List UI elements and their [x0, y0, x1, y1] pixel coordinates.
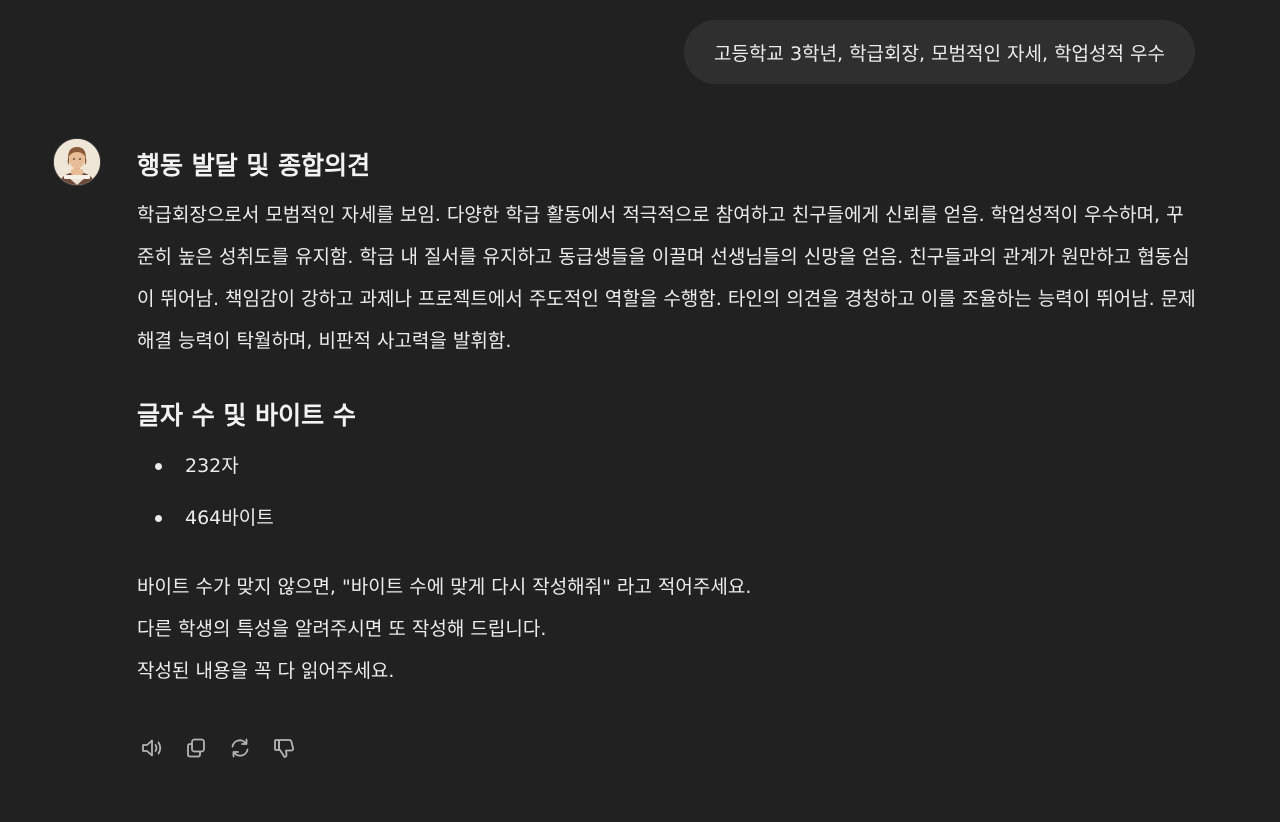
- bullet-icon: [155, 463, 162, 470]
- bullet-icon: [155, 515, 162, 522]
- read-aloud-icon: [142, 739, 162, 757]
- thumbs-down-button[interactable]: [269, 733, 299, 763]
- message-actions: [137, 733, 299, 763]
- behavior-paragraph: 학급회장으로서 모범적인 자세를 보임. 다양한 학급 활동에서 적극적으로 참…: [137, 204, 1196, 352]
- closing-line: 다른 학생의 특성을 알려주시면 또 작성해 드립니다.: [137, 618, 547, 640]
- closing-line: 바이트 수가 맞지 않으면, "바이트 수에 맞게 다시 작성해줘" 라고 적어…: [137, 576, 752, 598]
- thumbs-down-icon: [274, 739, 294, 758]
- stats-list: 232자 464바이트: [137, 452, 1197, 532]
- stats-heading: 글자 수 및 바이트 수: [137, 401, 356, 430]
- regenerate-icon: [231, 738, 249, 758]
- list-item: 232자: [137, 452, 1197, 480]
- copy-button[interactable]: [181, 733, 211, 763]
- closing-notes: 바이트 수가 맞지 않으면, "바이트 수에 맞게 다시 작성해줘" 라고 적어…: [137, 566, 1197, 692]
- student-avatar-icon: [53, 138, 101, 186]
- behavior-heading: 행동 발달 및 종합의견: [137, 151, 371, 180]
- copy-icon: [187, 738, 205, 758]
- user-message-bubble: 고등학교 3학년, 학급회장, 모범적인 자세, 학업성적 우수: [683, 20, 1195, 84]
- chat-page: 고등학교 3학년, 학급회장, 모범적인 자세, 학업성적 우수 행동 발달 및…: [0, 0, 1280, 822]
- list-item: 464바이트: [137, 504, 1197, 532]
- user-message-text: 고등학교 3학년, 학급회장, 모범적인 자세, 학업성적 우수: [713, 42, 1165, 65]
- char-count: 232자: [185, 455, 239, 477]
- regenerate-button[interactable]: [225, 733, 255, 763]
- closing-line: 작성된 내용을 꼭 다 읽어주세요.: [137, 660, 395, 682]
- byte-count: 464바이트: [185, 507, 274, 529]
- read-aloud-button[interactable]: [137, 733, 167, 763]
- assistant-response: 행동 발달 및 종합의견 학급회장으로서 모범적인 자세를 보임. 다양한 학급…: [137, 146, 1197, 692]
